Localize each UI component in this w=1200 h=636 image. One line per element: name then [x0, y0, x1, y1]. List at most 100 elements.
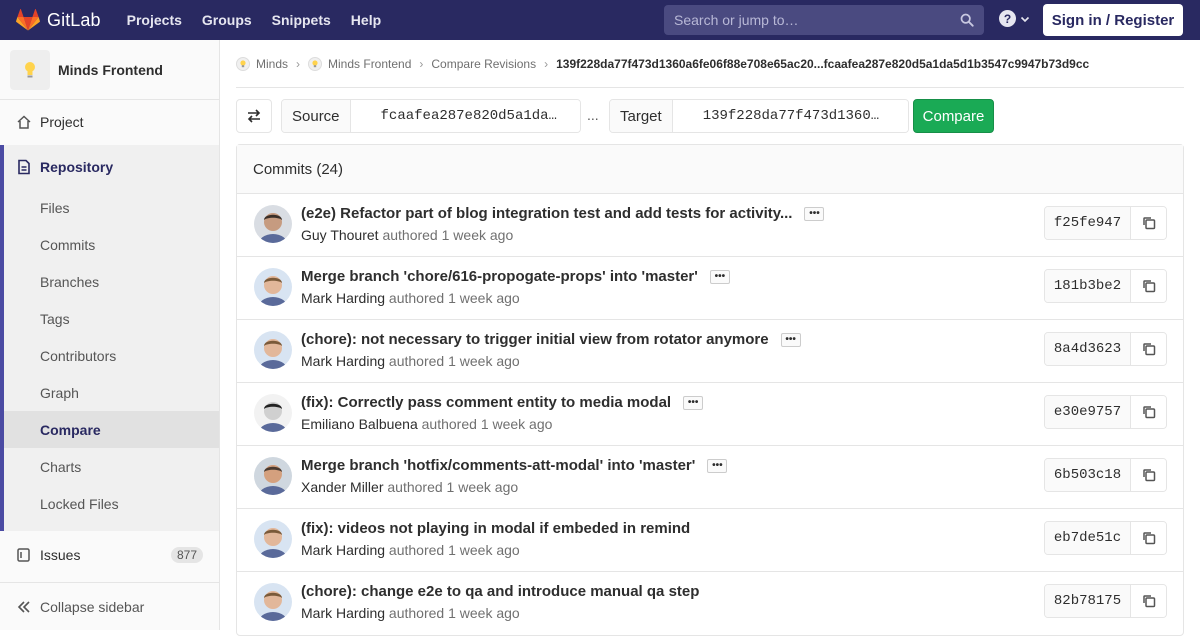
- commit-title-link[interactable]: (chore): change e2e to qa and introduce …: [301, 583, 699, 600]
- commit-sha-button[interactable]: 8a4d3623: [1045, 333, 1131, 365]
- sidebar-subitem-files[interactable]: Files: [4, 189, 219, 226]
- sidebar-subitem-charts[interactable]: Charts: [4, 448, 219, 485]
- breadcrumb-minds-frontend[interactable]: Minds Frontend: [308, 56, 411, 71]
- commit-authored-word: authored: [387, 479, 443, 495]
- sidebar-subitem-contributors[interactable]: Contributors: [4, 337, 219, 374]
- breadcrumb-current[interactable]: 139f228da77f473d1360a6fe06f88e708e65ac20…: [556, 57, 1089, 71]
- lightbulb-icon: [308, 56, 323, 71]
- avatar[interactable]: [254, 394, 292, 432]
- commit-meta: Guy Thouret authored 1 week ago: [301, 227, 513, 243]
- issues-count-badge: 877: [170, 547, 203, 563]
- sidebar-item-project[interactable]: Project: [0, 100, 219, 144]
- commit-title: (fix): Correctly pass comment entity to …: [301, 394, 672, 411]
- sidebar-item-label: Project: [40, 114, 84, 130]
- commit-author[interactable]: Mark Harding: [301, 605, 385, 621]
- commit-row: Merge branch 'chore/616-propogate-props'…: [237, 257, 1183, 320]
- toggle-description-button[interactable]: •••: [804, 206, 825, 221]
- commit-row: (chore): change e2e to qa and introduce …: [237, 572, 1183, 635]
- avatar[interactable]: [254, 268, 292, 306]
- copy-sha-button[interactable]: [1131, 459, 1166, 491]
- copy-icon: [1142, 343, 1155, 356]
- sidebar-subitem-compare[interactable]: Compare: [4, 411, 219, 448]
- commit-author[interactable]: Mark Harding: [301, 290, 385, 306]
- toggle-description-button[interactable]: •••: [683, 395, 704, 410]
- search-input[interactable]: [674, 12, 960, 28]
- commit-sha-button[interactable]: 181b3be2: [1045, 270, 1131, 302]
- commit-authored-word: authored: [388, 605, 445, 621]
- commit-title-link[interactable]: Merge branch 'chore/616-propogate-props'…: [301, 268, 730, 285]
- target-ref-dropdown[interactable]: 139f228da77f473d1360…: [672, 100, 908, 132]
- sidebar-subitem-branches[interactable]: Branches: [4, 263, 219, 300]
- source-ref-dropdown[interactable]: fcaafea287e820d5a1da…: [350, 100, 580, 132]
- avatar[interactable]: [254, 457, 292, 495]
- commit-title-link[interactable]: (chore): not necessary to trigger initia…: [301, 331, 801, 348]
- commit-title: (chore): change e2e to qa and introduce …: [301, 583, 700, 600]
- avatar[interactable]: [254, 520, 292, 558]
- commit-title: (fix): videos not playing in modal if em…: [301, 520, 691, 537]
- commit-author[interactable]: Mark Harding: [301, 542, 385, 558]
- commit-author[interactable]: Guy Thouret: [301, 227, 379, 243]
- commit-author[interactable]: Mark Harding: [301, 353, 385, 369]
- commit-sha-button[interactable]: eb7de51c: [1045, 522, 1131, 554]
- copy-icon: [1142, 469, 1155, 482]
- copy-sha-button[interactable]: [1131, 396, 1166, 428]
- avatar[interactable]: [254, 205, 292, 243]
- commit-author[interactable]: Xander Miller: [301, 479, 383, 495]
- commit-title-link[interactable]: (fix): videos not playing in modal if em…: [301, 520, 690, 537]
- gitlab-logo[interactable]: GitLab: [16, 0, 101, 40]
- toggle-description-button[interactable]: •••: [780, 332, 801, 347]
- commit-meta: Mark Harding authored 1 week ago: [301, 605, 520, 621]
- commit-title-link[interactable]: Merge branch 'hotfix/comments-att-modal'…: [301, 457, 728, 474]
- nav-snippets[interactable]: Snippets: [272, 12, 331, 28]
- commit-sha-group: 181b3be2: [1044, 269, 1167, 303]
- sidebar-item-label: Repository: [40, 159, 114, 175]
- sign-in-button[interactable]: Sign in / Register: [1043, 4, 1183, 36]
- nav-groups[interactable]: Groups: [202, 12, 252, 28]
- sidebar-item-repository[interactable]: Repository: [4, 145, 219, 189]
- commit-author[interactable]: Emiliano Balbuena: [301, 416, 418, 432]
- commit-meta: Mark Harding authored 1 week ago: [301, 290, 520, 306]
- sidebar-subitem-locked-files[interactable]: Locked Files: [4, 485, 219, 522]
- breadcrumb-minds[interactable]: Minds: [236, 56, 288, 71]
- project-header[interactable]: Minds Frontend: [0, 40, 219, 100]
- toggle-description-button[interactable]: •••: [707, 458, 728, 473]
- breadcrumb-compare-revisions[interactable]: Compare Revisions: [431, 57, 536, 71]
- commit-authored-word: authored: [388, 353, 445, 369]
- compare-toolbar: Source fcaafea287e820d5a1da… ... Target …: [236, 99, 1184, 133]
- commit-sha-button[interactable]: 6b503c18: [1045, 459, 1131, 491]
- commits-header: Commits (24): [237, 145, 1183, 194]
- compare-button[interactable]: Compare: [913, 99, 994, 133]
- commit-sha-group: 8a4d3623: [1044, 332, 1167, 366]
- commit-sha-button[interactable]: e30e9757: [1045, 396, 1131, 428]
- swap-revisions-button[interactable]: [236, 99, 272, 133]
- copy-sha-button[interactable]: [1131, 270, 1166, 302]
- avatar[interactable]: [254, 331, 292, 369]
- commit-row: Merge branch 'hotfix/comments-att-modal'…: [237, 446, 1183, 509]
- help-dropdown[interactable]: ?: [999, 10, 1030, 27]
- toggle-description-button[interactable]: •••: [709, 269, 730, 284]
- copy-sha-button[interactable]: [1131, 585, 1166, 617]
- copy-sha-button[interactable]: [1131, 333, 1166, 365]
- sidebar-subitem-tags[interactable]: Tags: [4, 300, 219, 337]
- copy-sha-button[interactable]: [1131, 207, 1166, 239]
- commit-title-link[interactable]: (e2e) Refactor part of blog integration …: [301, 205, 825, 222]
- sidebar-subitem-commits[interactable]: Commits: [4, 226, 219, 263]
- commit-title: (chore): not necessary to trigger initia…: [301, 331, 769, 348]
- sidebar-subitem-graph[interactable]: Graph: [4, 374, 219, 411]
- sidebar: Minds Frontend Project Repository Files …: [0, 40, 220, 630]
- commit-sha-button[interactable]: 82b78175: [1045, 585, 1131, 617]
- sidebar-item-issues[interactable]: Issues 877: [0, 533, 219, 577]
- copy-sha-button[interactable]: [1131, 522, 1166, 554]
- nav-projects[interactable]: Projects: [127, 12, 182, 28]
- commit-sha-button[interactable]: f25fe947: [1045, 207, 1131, 239]
- copy-icon: [1142, 406, 1155, 419]
- commit-title: Merge branch 'chore/616-propogate-props'…: [301, 268, 698, 285]
- commit-title-link[interactable]: (fix): Correctly pass comment entity to …: [301, 394, 704, 411]
- avatar[interactable]: [254, 583, 292, 621]
- commit-title: Merge branch 'hotfix/comments-att-modal'…: [301, 457, 696, 474]
- nav-help[interactable]: Help: [351, 12, 381, 28]
- collapse-sidebar-button[interactable]: Collapse sidebar: [0, 582, 219, 630]
- question-icon: ?: [999, 10, 1016, 27]
- commit-time: 1 week ago: [448, 605, 520, 621]
- search-icon[interactable]: [960, 13, 974, 27]
